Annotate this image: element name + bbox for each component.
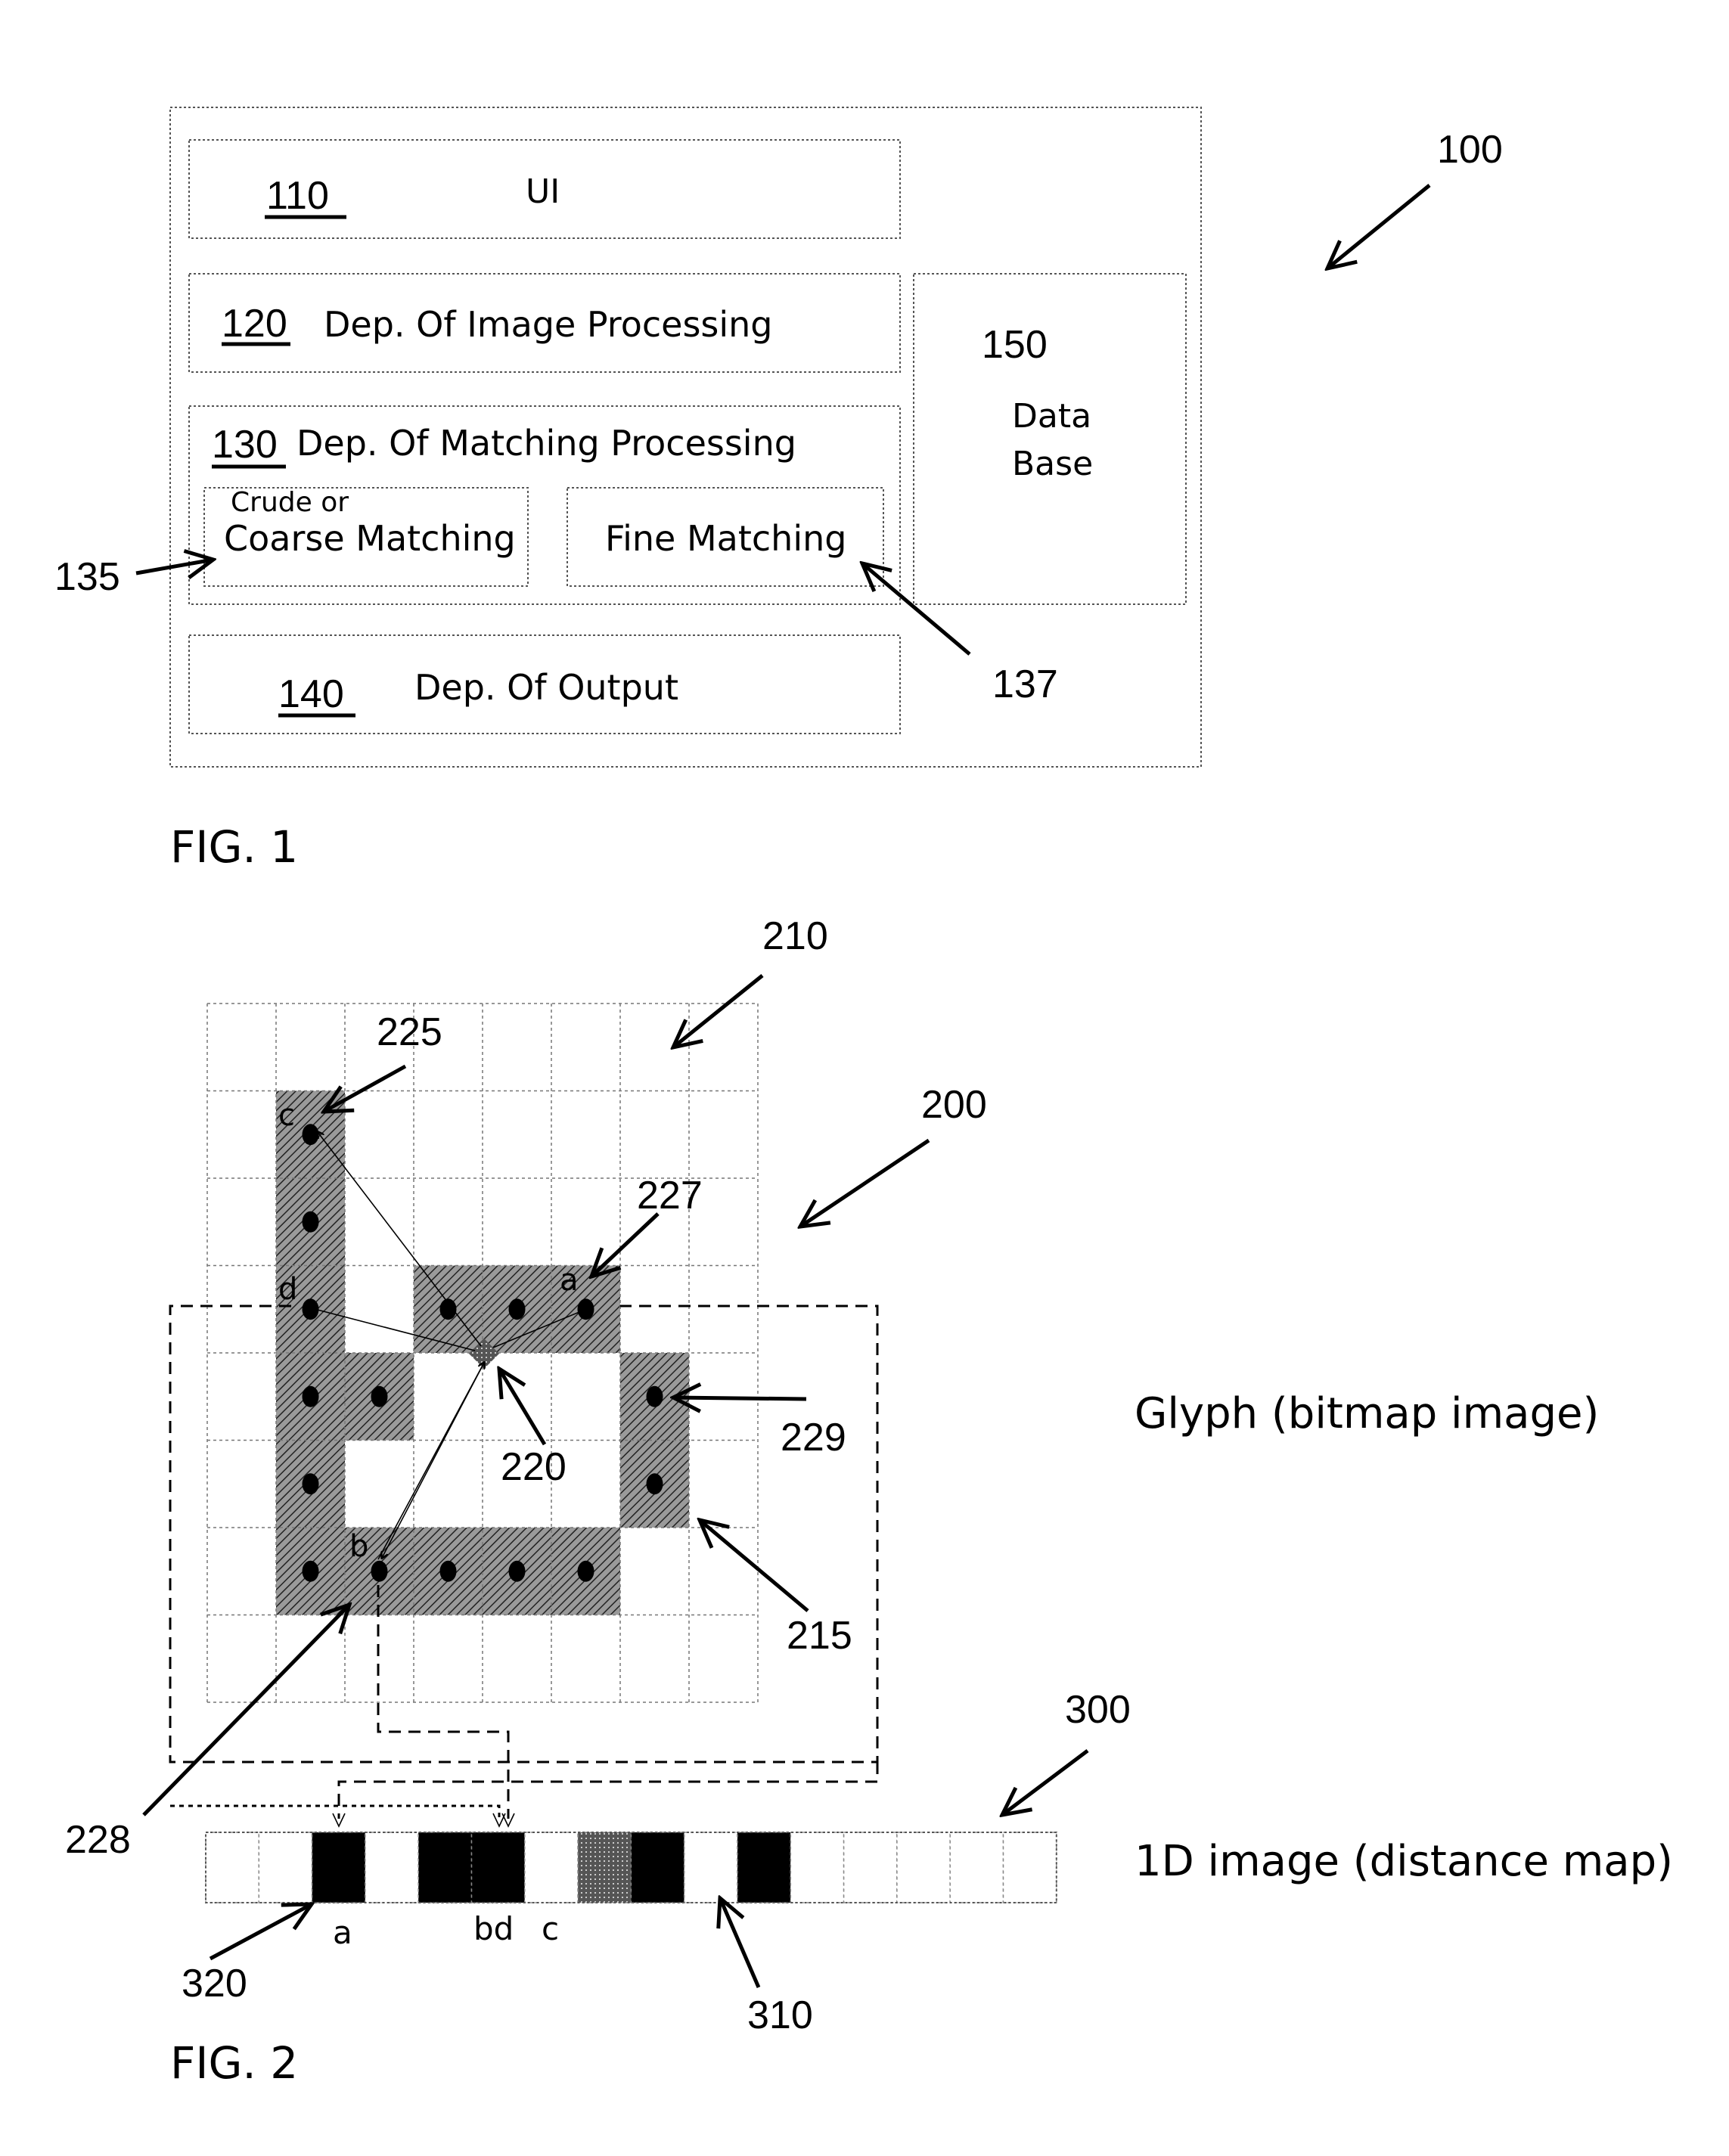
sample-point-dot	[302, 1473, 319, 1495]
ref-100-arrow	[1327, 184, 1431, 268]
sample-point-dot	[439, 1560, 457, 1582]
block-ui-label: UI	[526, 172, 560, 211]
sample-point-dot	[302, 1560, 319, 1582]
strip-cell-white	[683, 1832, 738, 1903]
block-output: 140 Dep. Of Output	[188, 634, 901, 734]
sample-point-dot	[577, 1560, 594, 1582]
strip-cell-white	[949, 1832, 1004, 1903]
ref-210-arrow	[673, 974, 764, 1047]
ref-229: 229	[781, 1416, 846, 1460]
strip-cell-white	[843, 1832, 898, 1903]
strip-cell-black	[737, 1832, 792, 1903]
patent-figure-sheet: 110 UI 120 Dep. Of Image Processing 130 …	[54, 107, 1673, 2089]
fig1-caption: FIG. 1	[170, 821, 298, 873]
strip-letter-bd: bd	[473, 1910, 514, 1947]
glyph-letter-d: d	[278, 1272, 297, 1307]
sample-point-dot	[439, 1298, 457, 1320]
ref-220: 220	[501, 1445, 567, 1489]
ref-228-arrow	[142, 1605, 349, 1816]
ref-135: 135	[54, 555, 120, 599]
ref-135-arrow	[135, 560, 213, 573]
database-line2: Base	[1012, 445, 1093, 483]
ref-310: 310	[747, 1993, 813, 2037]
strip-cell-white	[524, 1832, 579, 1903]
strip-cell-gray	[577, 1832, 632, 1903]
ref-100: 100	[1437, 128, 1503, 172]
block-database: 150 Data Base	[913, 273, 1187, 605]
strip-cell-white	[790, 1832, 845, 1903]
ref-300-arrow	[1002, 1749, 1089, 1815]
strip-title: 1D image (distance map)	[1135, 1837, 1673, 1886]
coarse-matching-line2: Coarse Matching	[224, 518, 516, 559]
ref-227-arrow	[591, 1212, 660, 1277]
database-number: 150	[982, 323, 1048, 367]
block-image-processing-label: Dep. Of Image Processing	[324, 304, 773, 345]
ref-215: 215	[787, 1614, 852, 1658]
fig1-system-diagram: 110 UI 120 Dep. Of Image Processing 130 …	[54, 107, 1503, 873]
block-matching-number: 130	[212, 423, 278, 467]
ref-200-arrow	[800, 1138, 930, 1227]
ref-137-arrow	[862, 563, 971, 656]
block-output-number: 140	[278, 672, 344, 716]
ref-310-arrow	[720, 1898, 761, 1988]
block-ui-number: 110	[266, 174, 329, 218]
fine-matching-label: Fine Matching	[605, 518, 846, 559]
glyph-title: Glyph (bitmap image)	[1135, 1389, 1599, 1438]
strip-cell-white	[205, 1832, 260, 1903]
distance-map-strip	[205, 1832, 1057, 1903]
sample-point-dot	[508, 1298, 526, 1320]
projection-a	[337, 1762, 879, 1819]
ref-137: 137	[992, 662, 1058, 706]
strip-cell-black	[470, 1832, 526, 1903]
block-ui: 110 UI	[188, 139, 901, 239]
strip-cell-white	[365, 1832, 419, 1903]
ref-220-arrow	[499, 1369, 547, 1446]
block-image-processing-number: 120	[222, 302, 287, 346]
sample-point-dot	[646, 1385, 663, 1407]
strip-letter-a: a	[333, 1914, 352, 1951]
glyph-letter-c: c	[278, 1098, 295, 1133]
strip-cell-white	[258, 1832, 313, 1903]
strip-letter-c: c	[542, 1910, 559, 1947]
database-line1: Data	[1012, 397, 1091, 436]
fig2-caption: FIG. 2	[170, 2037, 298, 2089]
ref-225-arrow	[324, 1064, 407, 1112]
block-output-label: Dep. Of Output	[414, 667, 678, 708]
strip-cell-white	[896, 1832, 951, 1903]
ref-229-arrow	[673, 1398, 807, 1399]
ref-228: 228	[65, 1818, 131, 1862]
coarse-matching-block: Crude or Coarse Matching	[203, 487, 529, 587]
coarse-matching-line1: Crude or	[231, 487, 349, 518]
fig2-glyph-diagram: c d a b a bd c 210 225 200 227 220 229 2…	[65, 914, 1673, 2089]
ref-227: 227	[637, 1174, 703, 1218]
ref-320-arrow	[209, 1904, 312, 1961]
ref-215-arrow	[700, 1520, 809, 1612]
strip-cell-black	[311, 1832, 366, 1903]
sample-point-dot	[508, 1560, 526, 1582]
strip-cell-black	[630, 1832, 685, 1903]
strip-cell-black	[418, 1832, 473, 1903]
block-matching-processing: 130 Dep. Of Matching Processing Crude or…	[188, 405, 901, 605]
sample-point-dot	[302, 1385, 319, 1407]
fine-matching-block: Fine Matching	[567, 487, 884, 587]
ref-300: 300	[1065, 1688, 1131, 1732]
sample-point-dot	[646, 1473, 663, 1495]
ref-320: 320	[182, 1962, 247, 2006]
ref-200: 200	[921, 1083, 987, 1127]
block-matching-label: Dep. Of Matching Processing	[296, 423, 796, 464]
sample-point-dot	[302, 1124, 319, 1146]
sample-point-dot	[371, 1385, 388, 1407]
glyph-letter-b: b	[349, 1529, 368, 1564]
strip-cell-white	[1002, 1832, 1057, 1903]
ref-210: 210	[762, 914, 828, 958]
block-image-processing: 120 Dep. Of Image Processing	[188, 273, 901, 373]
sample-point-dot	[302, 1211, 319, 1233]
ref-225: 225	[377, 1010, 442, 1054]
glyph-letter-a: a	[560, 1263, 579, 1298]
